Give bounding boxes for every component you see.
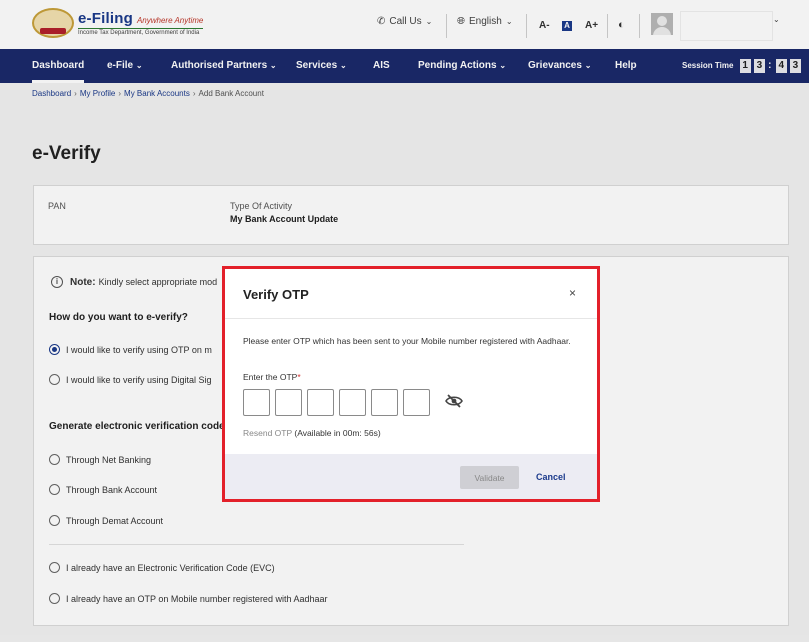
- otp-label: Enter the OTP*: [243, 372, 301, 382]
- verify-otp-modal: Verify OTP × Please enter OTP which has …: [222, 266, 600, 502]
- required-mark: *: [297, 372, 301, 382]
- eye-slash-icon[interactable]: [445, 394, 463, 408]
- otp-digit-input[interactable]: [243, 389, 270, 416]
- otp-digit-input[interactable]: [339, 389, 366, 416]
- otp-digit-input[interactable]: [275, 389, 302, 416]
- modal-header: Verify OTP ×: [225, 269, 597, 319]
- otp-digit-input[interactable]: [371, 389, 398, 416]
- resend-countdown: (Available in 00m: 56s): [294, 428, 381, 438]
- cancel-button[interactable]: Cancel: [536, 472, 566, 482]
- modal-title: Verify OTP: [243, 287, 309, 302]
- otp-instructions: Please enter OTP which has been sent to …: [243, 336, 571, 346]
- otp-digit-input[interactable]: [307, 389, 334, 416]
- resend-otp: Resend OTP (Available in 00m: 56s): [243, 428, 381, 438]
- close-icon[interactable]: ×: [569, 286, 576, 300]
- resend-otp-link[interactable]: Resend OTP: [243, 428, 292, 438]
- modal-footer: Validate Cancel: [225, 454, 597, 499]
- validate-button[interactable]: Validate: [460, 466, 519, 489]
- otp-label-text: Enter the OTP: [243, 372, 298, 382]
- otp-digit-input[interactable]: [403, 389, 430, 416]
